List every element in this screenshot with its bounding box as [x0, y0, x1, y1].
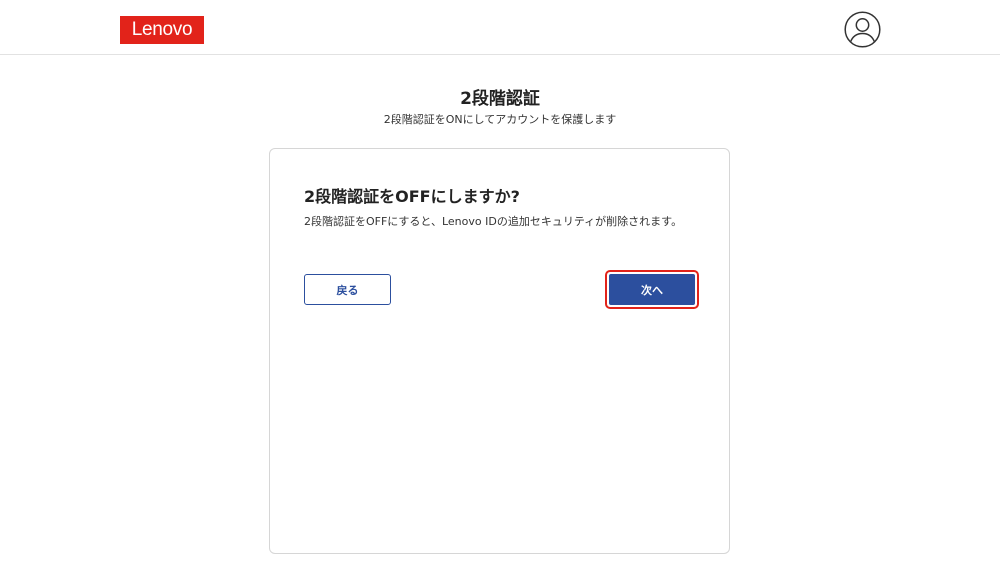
- user-account-icon[interactable]: [844, 11, 881, 48]
- logo-text: Lenovo: [131, 19, 193, 40]
- dialog-heading: 2段階認証をOFFにしますか?: [304, 187, 520, 206]
- user-avatar-icon: [844, 11, 881, 48]
- lenovo-logo[interactable]: Lenovo: [120, 16, 204, 44]
- top-header: Lenovo: [0, 0, 1000, 55]
- dialog-body-text: 2段階認証をOFFにすると、Lenovo IDの追加セキュリティが削除されます。: [304, 215, 683, 228]
- next-button[interactable]: 次へ: [609, 274, 695, 305]
- page-subtitle: 2段階認証をONにしてアカウントを保護します: [383, 113, 617, 126]
- page-title: 2段階認証: [460, 89, 540, 109]
- back-button[interactable]: 戻る: [304, 274, 391, 305]
- confirm-dialog-card: [269, 148, 730, 554]
